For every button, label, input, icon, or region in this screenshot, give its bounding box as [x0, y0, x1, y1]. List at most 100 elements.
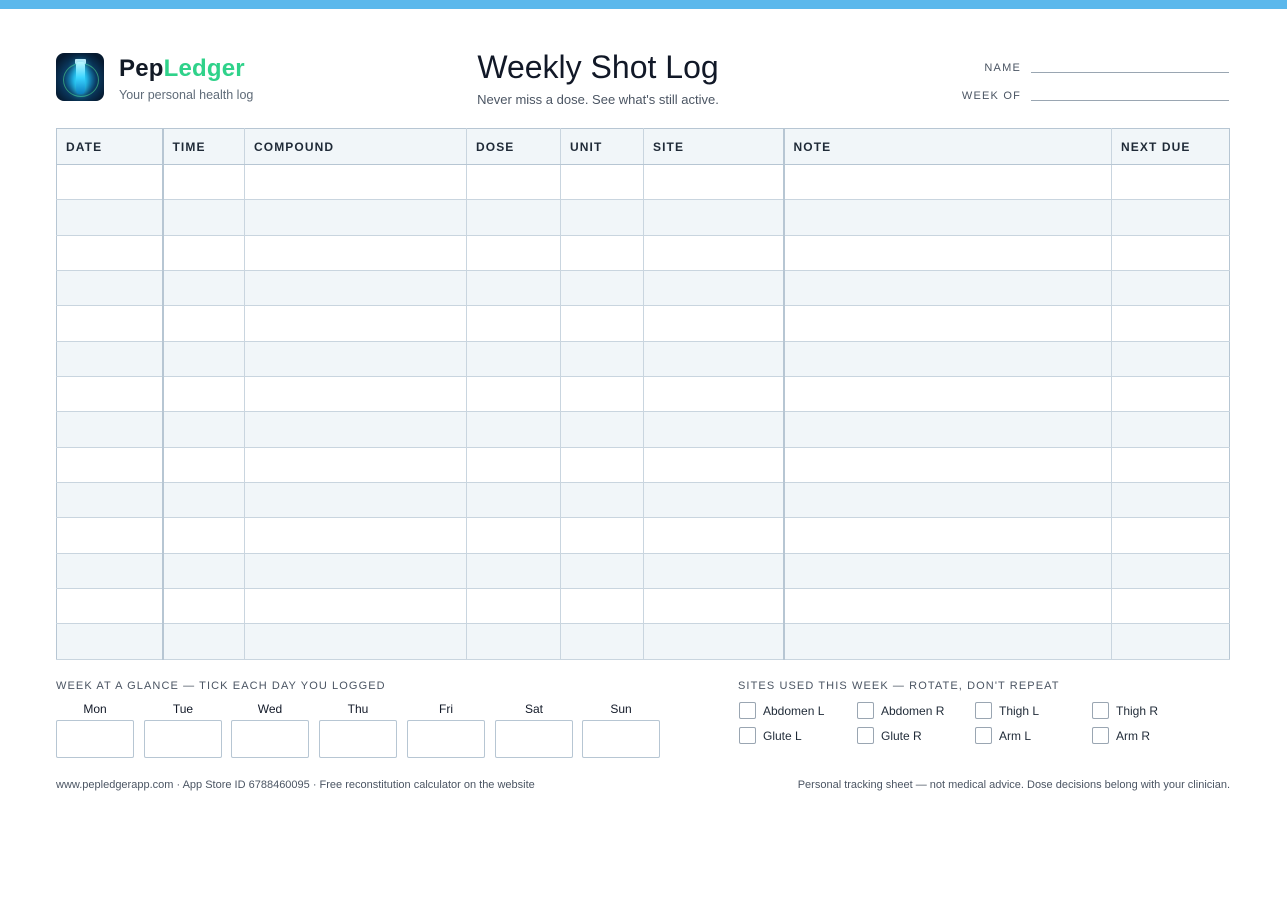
table-cell[interactable]: [244, 235, 467, 272]
table-cell[interactable]: [783, 199, 1112, 236]
table-cell[interactable]: [1111, 482, 1230, 519]
table-cell[interactable]: [783, 553, 1112, 590]
day-checkbox-fri[interactable]: [407, 720, 485, 758]
site-abdomen-l[interactable]: Abdomen L: [739, 702, 824, 719]
table-cell[interactable]: [783, 411, 1112, 448]
table-cell[interactable]: [244, 305, 467, 342]
table-cell[interactable]: [162, 553, 245, 590]
table-cell[interactable]: [244, 517, 467, 554]
table-cell[interactable]: [56, 553, 164, 590]
table-cell[interactable]: [560, 235, 644, 272]
table-cell[interactable]: [783, 235, 1112, 272]
table-cell[interactable]: [244, 341, 467, 378]
table-cell[interactable]: [1111, 341, 1230, 378]
table-cell[interactable]: [466, 164, 561, 201]
table-cell[interactable]: [783, 305, 1112, 342]
table-cell[interactable]: [466, 235, 561, 272]
table-cell[interactable]: [1111, 270, 1230, 307]
table-cell[interactable]: [643, 376, 785, 413]
table-cell[interactable]: [466, 553, 561, 590]
site-arm-r[interactable]: Arm R: [1092, 727, 1150, 744]
table-cell[interactable]: [1111, 517, 1230, 554]
table-cell[interactable]: [244, 411, 467, 448]
table-cell[interactable]: [643, 199, 785, 236]
table-cell[interactable]: [56, 411, 164, 448]
table-cell[interactable]: [560, 199, 644, 236]
table-cell[interactable]: [643, 482, 785, 519]
table-cell[interactable]: [244, 447, 467, 484]
table-cell[interactable]: [466, 305, 561, 342]
site-checkbox[interactable]: [1092, 727, 1109, 744]
table-cell[interactable]: [56, 376, 164, 413]
table-cell[interactable]: [643, 517, 785, 554]
table-cell[interactable]: [560, 305, 644, 342]
table-cell[interactable]: [1111, 623, 1230, 660]
table-cell[interactable]: [466, 199, 561, 236]
table-cell[interactable]: [560, 623, 644, 660]
site-glute-r[interactable]: Glute R: [857, 727, 922, 744]
table-cell[interactable]: [162, 376, 245, 413]
table-cell[interactable]: [1111, 411, 1230, 448]
day-checkbox-thu[interactable]: [319, 720, 397, 758]
table-cell[interactable]: [244, 553, 467, 590]
table-cell[interactable]: [244, 164, 467, 201]
table-cell[interactable]: [162, 447, 245, 484]
table-cell[interactable]: [783, 588, 1112, 625]
table-cell[interactable]: [244, 623, 467, 660]
site-thigh-l[interactable]: Thigh L: [975, 702, 1039, 719]
site-checkbox[interactable]: [739, 727, 756, 744]
table-cell[interactable]: [560, 376, 644, 413]
table-cell[interactable]: [162, 341, 245, 378]
table-cell[interactable]: [643, 588, 785, 625]
table-cell[interactable]: [560, 270, 644, 307]
day-checkbox-wed[interactable]: [231, 720, 309, 758]
table-cell[interactable]: [162, 623, 245, 660]
table-cell[interactable]: [56, 164, 164, 201]
day-checkbox-mon[interactable]: [56, 720, 134, 758]
table-cell[interactable]: [560, 588, 644, 625]
table-cell[interactable]: [466, 447, 561, 484]
table-cell[interactable]: [1111, 376, 1230, 413]
table-cell[interactable]: [56, 235, 164, 272]
table-cell[interactable]: [56, 588, 164, 625]
table-cell[interactable]: [56, 199, 164, 236]
table-cell[interactable]: [560, 447, 644, 484]
site-thigh-r[interactable]: Thigh R: [1092, 702, 1158, 719]
table-cell[interactable]: [466, 482, 561, 519]
table-cell[interactable]: [643, 553, 785, 590]
table-cell[interactable]: [466, 517, 561, 554]
site-arm-l[interactable]: Arm L: [975, 727, 1031, 744]
table-cell[interactable]: [560, 411, 644, 448]
table-cell[interactable]: [56, 341, 164, 378]
name-field[interactable]: [1031, 72, 1229, 73]
table-cell[interactable]: [244, 482, 467, 519]
table-cell[interactable]: [643, 305, 785, 342]
table-cell[interactable]: [466, 588, 561, 625]
table-cell[interactable]: [162, 235, 245, 272]
table-cell[interactable]: [56, 482, 164, 519]
table-cell[interactable]: [466, 623, 561, 660]
table-cell[interactable]: [1111, 199, 1230, 236]
table-cell[interactable]: [466, 270, 561, 307]
site-checkbox[interactable]: [857, 727, 874, 744]
table-cell[interactable]: [162, 270, 245, 307]
table-cell[interactable]: [162, 199, 245, 236]
table-cell[interactable]: [162, 517, 245, 554]
week-of-field[interactable]: [1031, 100, 1229, 101]
site-abdomen-r[interactable]: Abdomen R: [857, 702, 944, 719]
table-cell[interactable]: [244, 376, 467, 413]
table-cell[interactable]: [56, 623, 164, 660]
site-checkbox[interactable]: [975, 702, 992, 719]
table-cell[interactable]: [162, 164, 245, 201]
table-cell[interactable]: [643, 623, 785, 660]
table-cell[interactable]: [643, 270, 785, 307]
table-cell[interactable]: [783, 623, 1112, 660]
table-cell[interactable]: [643, 411, 785, 448]
table-cell[interactable]: [244, 199, 467, 236]
table-cell[interactable]: [643, 164, 785, 201]
site-checkbox[interactable]: [739, 702, 756, 719]
day-checkbox-tue[interactable]: [144, 720, 222, 758]
table-cell[interactable]: [560, 517, 644, 554]
table-cell[interactable]: [783, 164, 1112, 201]
table-cell[interactable]: [1111, 164, 1230, 201]
